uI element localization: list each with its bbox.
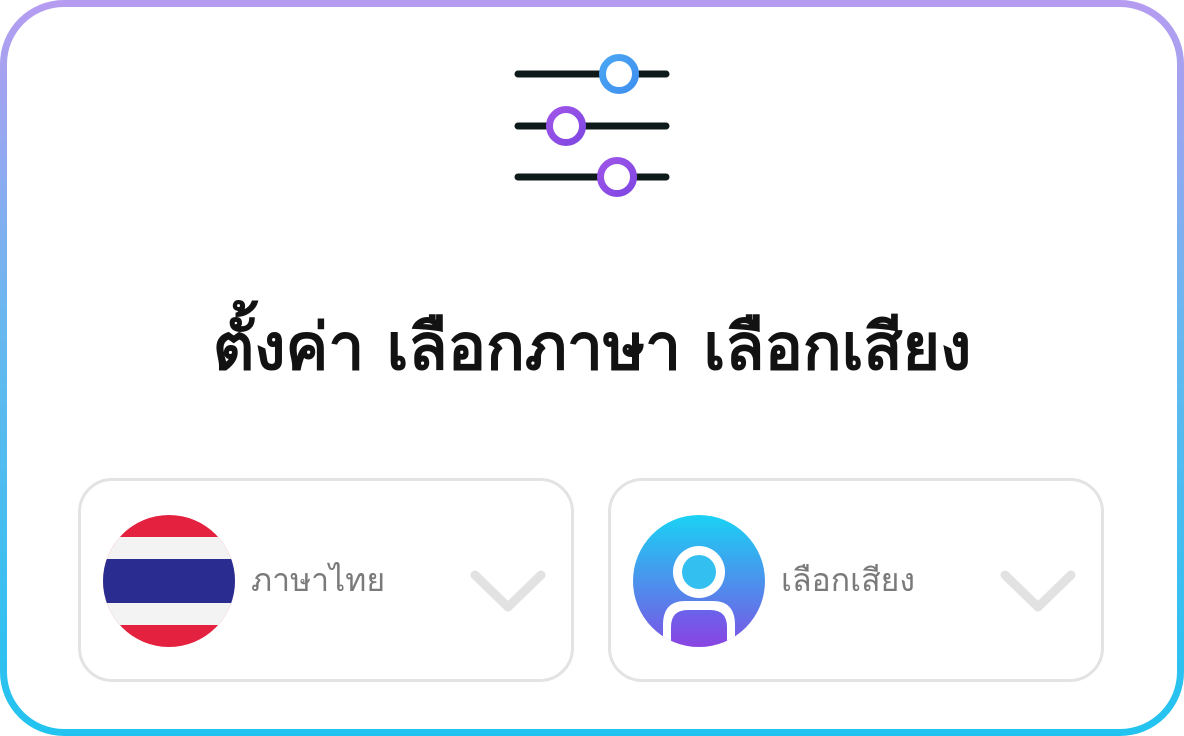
chevron-down-icon[interactable]: [999, 569, 1077, 615]
user-avatar-icon: [633, 515, 765, 647]
language-select-value: ภาษาไทย: [251, 561, 386, 599]
language-select[interactable]: ภาษาไทย: [78, 478, 574, 682]
voice-select[interactable]: เลือกเสียง: [608, 478, 1104, 682]
page-title: ตั้งค่า เลือกภาษา เลือกเสียง: [212, 311, 972, 385]
sliders-icon: [514, 54, 670, 197]
chevron-down-icon[interactable]: [469, 569, 547, 615]
thailand-flag-icon: [103, 515, 235, 647]
voice-select-value: เลือกเสียง: [781, 561, 915, 599]
